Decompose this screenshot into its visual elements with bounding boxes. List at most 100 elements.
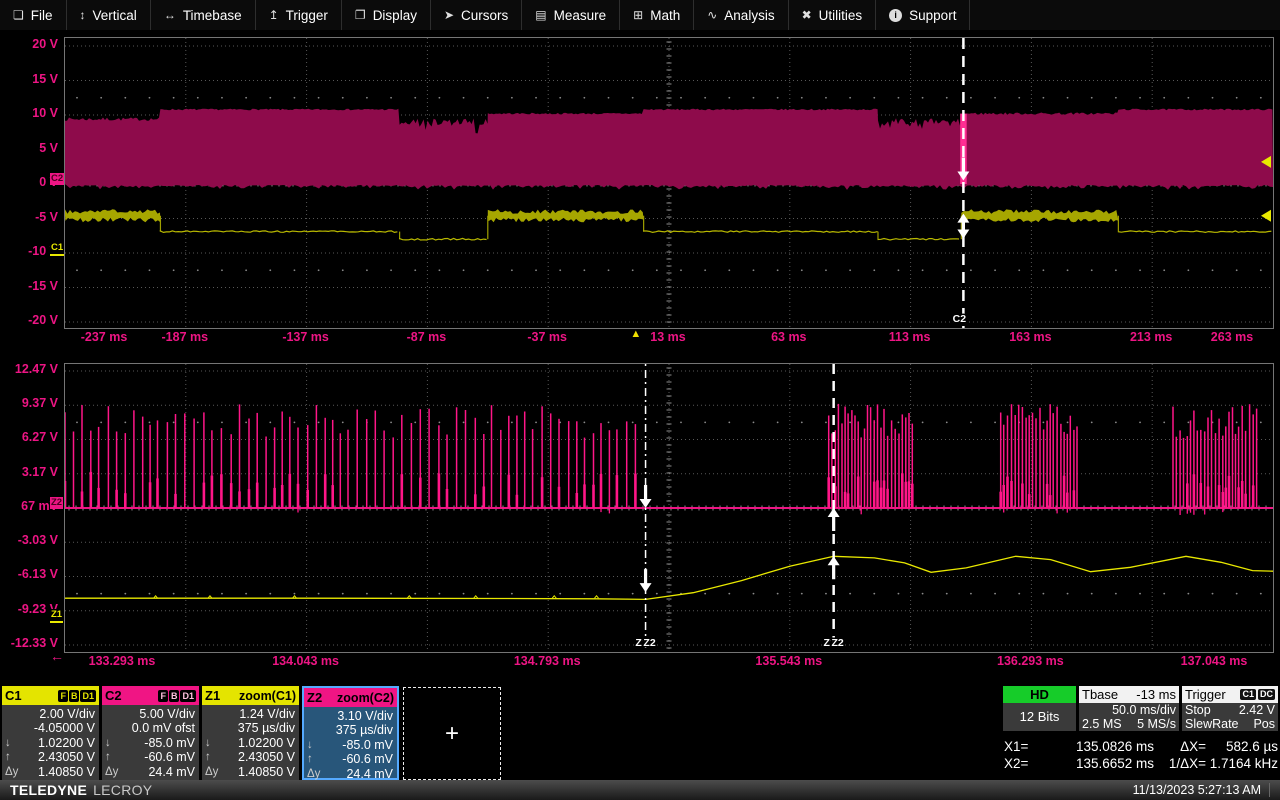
x-axis-tick-label: -187 ms xyxy=(125,330,245,345)
channel-badges: F B D1 xyxy=(57,690,96,702)
y-axis-tick-label: -6.13 V xyxy=(0,567,58,582)
max-value: 2.43050 V xyxy=(222,750,295,764)
main-waveform-grid[interactable]: C2C2C1 xyxy=(64,37,1274,329)
min-arrow-icon: ↓ xyxy=(307,738,324,752)
trigger-coupling-badge: DC xyxy=(1258,689,1275,700)
menu-cursors[interactable]: ➤Cursors xyxy=(431,0,522,30)
x-axis-tick-label: 135.543 ms xyxy=(729,654,849,669)
invdx-label: 1/ΔX= xyxy=(1154,756,1206,771)
channel-marker-c2[interactable]: C2 xyxy=(50,173,64,185)
x1-value: 135.0826 ms xyxy=(1044,739,1154,754)
c2-trace[interactable] xyxy=(65,109,1273,190)
tdiv-value: 375 µs/div xyxy=(324,723,393,737)
menu-math[interactable]: ⊞Math xyxy=(620,0,694,30)
min-value: -85.0 mV xyxy=(324,738,393,752)
menu-measure[interactable]: ▤Measure xyxy=(522,0,620,30)
x-axis-tick-label: 113 ms xyxy=(850,330,970,345)
y-axis-tick-label: 5 V xyxy=(0,141,58,156)
trigger-slope: Pos xyxy=(1253,718,1275,732)
delta-y-icon: Δy xyxy=(105,765,122,779)
x-axis-tick-label: 13 ms xyxy=(608,330,728,345)
trigger-level-marker[interactable] xyxy=(1261,210,1271,222)
max-value: 2.43050 V xyxy=(22,750,95,764)
cursor-readout: X1= 135.0826 ms ΔX= 582.6 µs X2= 135.665… xyxy=(1004,738,1278,772)
delta-y-icon: Δy xyxy=(307,767,324,781)
max-arrow-icon: ↑ xyxy=(205,750,222,764)
vdiv-value: 3.10 V/div xyxy=(324,709,393,723)
descriptor-header-c2: C2 F B D1 xyxy=(102,686,199,705)
badge-d1: D1 xyxy=(180,690,196,702)
menu-file[interactable]: ❏ File xyxy=(0,0,67,30)
x-axis-tick-label: 133.293 ms xyxy=(62,654,182,669)
descriptor-body: 5.00 V/div 0.0 mV ofst ↓-85.0 mV ↑-60.6 … xyxy=(102,705,199,779)
trigger-source-badge: C1 xyxy=(1240,689,1256,700)
menu-file-label: File xyxy=(31,8,53,23)
x-axis-tick-label: -87 ms xyxy=(366,330,486,345)
trigger-type: SlewRate xyxy=(1185,718,1239,732)
menu-vertical-label: Vertical xyxy=(93,8,137,23)
channel-descriptor-c2[interactable]: C2 F B D1 5.00 V/div 0.0 mV ofst ↓-85.0 … xyxy=(102,686,199,780)
main-timebase-grid-canvas[interactable]: C2 xyxy=(65,38,1273,328)
dx-label: ΔX= xyxy=(1154,739,1206,754)
menu-vertical[interactable]: ↕ Vertical xyxy=(67,0,151,30)
zoom-grid-canvas[interactable]: Z1Z2Z1Z2 xyxy=(65,364,1273,652)
add-trace-button[interactable]: + xyxy=(403,687,501,780)
zoom-id: Z1 xyxy=(205,688,220,703)
descriptor-header-z1: Z1 zoom(C1) xyxy=(202,686,299,705)
invdx-value: 1.7164 kHz xyxy=(1206,756,1278,771)
file-icon: ❏ xyxy=(13,8,24,22)
vdiv-value: 1.24 V/div xyxy=(222,707,295,721)
channel-descriptor-c1[interactable]: C1 F B D1 2.00 V/div -4.05000 V ↓1.02200… xyxy=(2,686,99,780)
channel-marker-z1[interactable]: Z1 xyxy=(50,609,63,623)
delta-y-value: 24.4 mV xyxy=(324,767,393,781)
menu-timebase[interactable]: ↔Timebase xyxy=(151,0,256,30)
menu-utilities[interactable]: ✖Utilities xyxy=(789,0,877,30)
row-icon xyxy=(5,707,22,721)
x2-value: 135.6652 ms xyxy=(1044,756,1154,771)
zoom-descriptor-z1[interactable]: Z1 zoom(C1) 1.24 V/div 375 µs/div ↓1.022… xyxy=(202,686,299,780)
x-axis-tick-label: 263 ms xyxy=(1172,330,1280,345)
x-axis-tick-label: 63 ms xyxy=(729,330,849,345)
max-arrow-icon: ↑ xyxy=(307,752,324,766)
channel-marker-z2[interactable]: Z2 xyxy=(50,497,63,509)
c1-trace[interactable] xyxy=(65,209,1271,240)
max-value: -60.6 mV xyxy=(122,750,195,764)
badge-d1: D1 xyxy=(80,690,96,702)
y-axis-tick-label: 9.37 V xyxy=(0,396,58,411)
y-axis-tick-label: 15 V xyxy=(0,72,58,87)
x-axis-tick-label: 134.793 ms xyxy=(487,654,607,669)
max-arrow-icon: ↑ xyxy=(105,750,122,764)
trigger-box[interactable]: Trigger C1 DC Stop2.42 V SlewRatePos xyxy=(1182,686,1278,731)
min-arrow-icon: ↓ xyxy=(205,736,222,750)
menu-bar: ❏ File ↕ Vertical ↔Timebase ↥Trigger ❐Disp… xyxy=(0,0,1280,30)
timebase-offset: -13 ms xyxy=(1136,687,1176,702)
row-icon xyxy=(5,721,22,735)
trigger-badges: C1 DC xyxy=(1238,689,1275,700)
hd-label: HD xyxy=(1003,686,1076,703)
zoom-descriptor-z2-selected[interactable]: Z2 zoom(C2) 3.10 V/div 375 µs/div ↓-85.0… xyxy=(302,686,399,780)
trigger-mode: Stop xyxy=(1185,704,1211,718)
channel-marker-c1[interactable]: C1 xyxy=(50,242,64,256)
tdiv-value: 375 µs/div xyxy=(222,721,295,735)
utilities-icon: ✖ xyxy=(802,8,812,22)
max-arrow-icon: ↑ xyxy=(5,750,22,764)
zoom-waveform-grid[interactable]: Z1Z2Z1Z2Z2Z1 xyxy=(64,363,1274,653)
badge-bandwidth: B xyxy=(69,690,80,702)
menu-display[interactable]: ❐Display xyxy=(342,0,431,30)
vertical-icon: ↕ xyxy=(80,8,86,22)
badge-filter: F xyxy=(158,690,168,702)
measure-icon: ▤ xyxy=(535,8,546,22)
y-axis-tick-label: 6.27 V xyxy=(0,430,58,445)
timebase-box[interactable]: Tbase -13 ms 50.0 ms/div 2.5 MS5 MS/s xyxy=(1079,686,1179,731)
x-axis-tick-label: 137.043 ms xyxy=(1154,654,1274,669)
cursor-label: Z2 xyxy=(643,637,655,649)
menu-cursors-label: Cursors xyxy=(461,8,508,23)
menu-support[interactable]: iSupport xyxy=(876,0,970,30)
status-bar: TELEDYNE LECROY 11/13/2023 5:27:13 AM xyxy=(0,780,1280,800)
min-value: -85.0 mV xyxy=(122,736,195,750)
plus-icon: + xyxy=(445,720,459,748)
hd-acquisition-box[interactable]: HD 12 Bits xyxy=(1003,686,1076,731)
min-value: 1.02200 V xyxy=(22,736,95,750)
menu-analysis[interactable]: ∿Analysis xyxy=(694,0,788,30)
menu-trigger[interactable]: ↥Trigger xyxy=(256,0,342,30)
